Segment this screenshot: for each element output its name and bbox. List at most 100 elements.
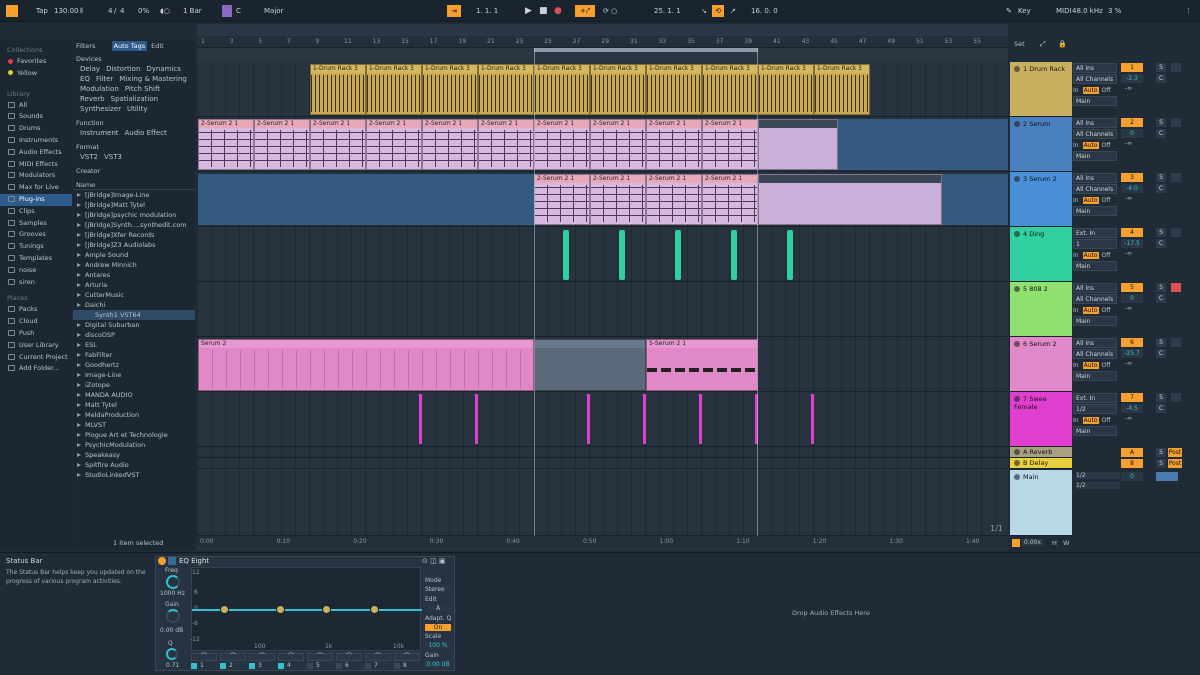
volume-field[interactable]: -17.5 (1121, 239, 1143, 248)
pan-field[interactable]: C (1156, 129, 1166, 138)
drum-clip[interactable]: 1-Drum Rack 3 (590, 64, 646, 115)
play-button[interactable]: ▶ (525, 5, 532, 17)
browser-folder-item[interactable]: discoDSP (73, 330, 195, 340)
serum6-muted-clip[interactable] (534, 339, 646, 391)
midi-map[interactable]: MIDI (1056, 5, 1072, 17)
arm-button[interactable] (1171, 228, 1181, 237)
band-enable-4[interactable] (278, 663, 284, 669)
serum-clip[interactable]: 2-Serum 2 1 (422, 119, 478, 170)
track-fold-icon[interactable] (1014, 396, 1020, 402)
sidebar-item-favorites[interactable]: Favorites (0, 56, 72, 68)
drum-clip[interactable]: 1-Drum Rack 3 (478, 64, 534, 115)
auto-tags-toggle[interactable]: Auto Tags (111, 41, 148, 51)
return-solo[interactable]: S (1156, 459, 1166, 468)
monitor-in[interactable]: In (1073, 87, 1079, 94)
app-icon[interactable] (6, 5, 18, 17)
browser-folder-item[interactable]: Goodhertz (73, 360, 195, 370)
band-filter-type-6[interactable]: ⌒ (336, 653, 362, 661)
track-fold-icon[interactable] (1014, 121, 1020, 127)
volume-field[interactable]: 0 (1121, 294, 1143, 303)
browser-folder-item[interactable]: [jBridge]Matt Tytel (73, 200, 195, 210)
band-filter-type-7[interactable]: ⌒ (365, 653, 391, 661)
track-lane-5[interactable] (197, 282, 1008, 337)
serum-clip[interactable]: 2-Serum 2 1 (534, 119, 590, 170)
browser-folder-item[interactable]: Speakeasy (73, 450, 195, 460)
return-lane-a[interactable] (197, 447, 1008, 458)
key-map[interactable]: Key (1018, 5, 1031, 17)
solo-button[interactable]: S (1156, 118, 1166, 127)
track-name[interactable]: 4 Ding (1023, 230, 1044, 238)
solo-button[interactable]: S (1156, 173, 1166, 182)
serum2-clip[interactable]: 2-Serum 2 1 (534, 174, 590, 225)
output-select[interactable]: Main (1073, 316, 1117, 326)
band-enable-3[interactable] (249, 663, 255, 669)
device-tag[interactable]: Distortion (104, 64, 142, 74)
solo-button[interactable]: S (1156, 228, 1166, 237)
track-activator[interactable]: 2 (1121, 118, 1143, 127)
drum-clip[interactable]: 1-Drum Rack 3 (310, 64, 366, 115)
vocal-clip[interactable] (587, 394, 590, 444)
track-name[interactable]: 2 Serum (1023, 120, 1050, 128)
browser-folder-item[interactable]: [jBridge]Z3 Audiolabs (73, 240, 195, 250)
pan-field[interactable]: C (1156, 404, 1166, 413)
h-button[interactable]: H (1052, 539, 1057, 547)
arm-button[interactable] (1171, 393, 1181, 402)
vocal-clip[interactable] (699, 394, 702, 444)
serum-clip[interactable]: 2-Serum 2 1 (646, 119, 702, 170)
adapt-q-toggle[interactable]: On (425, 624, 451, 631)
input-type-select[interactable]: Ext. In (1073, 228, 1117, 238)
device-tag[interactable]: Reverb (78, 94, 107, 104)
band-filter-type-2[interactable]: ⌒ (220, 653, 246, 661)
track-activator[interactable]: 7 (1121, 393, 1143, 402)
band-filter-type-4[interactable]: ⌒ (278, 653, 304, 661)
browser-folder-item[interactable]: Ample Sound (73, 250, 195, 260)
main-fold-icon[interactable] (1014, 474, 1020, 480)
eq-graph[interactable] (191, 567, 422, 651)
main-volume[interactable]: 0 (1121, 472, 1143, 481)
device-tag[interactable]: Modulation (78, 84, 121, 94)
track-name[interactable]: 5 808 2 (1023, 285, 1048, 293)
return-activator[interactable]: 8 (1121, 459, 1143, 468)
track-header-7[interactable]: 7 Swee Female (1010, 392, 1072, 447)
track-header-1[interactable]: 1 Drum Rack (1010, 62, 1072, 117)
serum-clip[interactable]: 2-Serum 2 1 (590, 119, 646, 170)
browser-folder-item[interactable]: ESL (73, 340, 195, 350)
band-enable-6[interactable] (336, 663, 342, 669)
gain-knob[interactable] (166, 609, 180, 623)
device-power-icon[interactable] (158, 557, 166, 565)
q-value[interactable]: 0.71 (166, 662, 179, 669)
track-fold-icon[interactable] (1014, 176, 1020, 182)
sidebar-item-modulators[interactable]: Modulators (0, 170, 72, 182)
track-activator[interactable]: 5 (1121, 283, 1143, 292)
overdub-button[interactable]: +⤤ (575, 5, 595, 17)
volume-field[interactable]: -25.7 (1121, 349, 1143, 358)
track-activator[interactable]: 1 (1121, 63, 1143, 72)
monitor-off[interactable]: Off (1102, 252, 1111, 259)
sidebar-item-noise[interactable]: noise (0, 265, 72, 277)
output-select[interactable]: Main (1073, 261, 1117, 271)
place-item-user-library[interactable]: User Library (0, 340, 72, 352)
eq-band-2-dot[interactable] (276, 605, 285, 614)
place-item-add-folder-[interactable]: Add Folder... (0, 363, 72, 375)
loop-brace[interactable] (534, 48, 758, 52)
return-post[interactable]: Post (1168, 459, 1182, 468)
function-tag[interactable]: Instrument (78, 128, 121, 138)
drum-clip[interactable]: 1-Drum Rack 3 (646, 64, 702, 115)
track-header-2[interactable]: 2 Serum (1010, 117, 1072, 172)
pan-field[interactable]: C (1156, 184, 1166, 193)
record-button[interactable]: ● (554, 5, 562, 17)
monitor-auto[interactable]: Auto (1082, 142, 1099, 149)
solo-button[interactable]: S (1156, 283, 1166, 292)
browser-folder-item[interactable]: MLVST (73, 420, 195, 430)
input-channel-select[interactable]: 1/2 (1073, 404, 1117, 414)
track-activator[interactable]: 4 (1121, 228, 1143, 237)
band-enable-1[interactable] (191, 663, 197, 669)
send-value[interactable]: -∞ (1125, 415, 1132, 422)
sidebar-item-all[interactable]: All (0, 100, 72, 112)
song-position[interactable]: 1. 1. 1 (476, 5, 498, 17)
browser-folder-item[interactable]: StudioLinkedVST (73, 470, 195, 480)
device-tag[interactable]: Delay (78, 64, 102, 74)
monitor-auto[interactable]: Auto (1082, 362, 1099, 369)
punch-icon[interactable]: ↘ (701, 5, 707, 17)
volume-field[interactable]: -4.5 (1121, 404, 1143, 413)
